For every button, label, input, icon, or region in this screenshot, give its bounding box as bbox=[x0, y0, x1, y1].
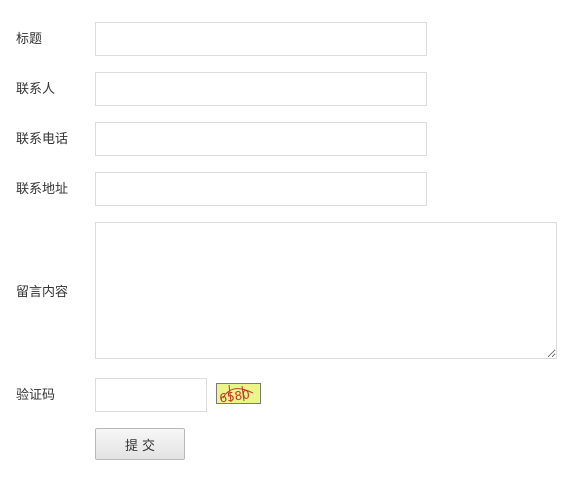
phone-input[interactable] bbox=[95, 122, 427, 156]
message-label: 留言内容 bbox=[16, 285, 69, 300]
contact-person-label: 联系人 bbox=[16, 82, 56, 97]
title-input[interactable] bbox=[95, 22, 427, 56]
captcha-label: 验证码 bbox=[16, 388, 56, 403]
captcha-input[interactable] bbox=[95, 378, 207, 412]
submit-button[interactable]: 提交 bbox=[95, 428, 185, 460]
title-label: 标题 bbox=[16, 32, 43, 47]
address-input[interactable] bbox=[95, 172, 427, 206]
captcha-image[interactable]: 6580 bbox=[216, 383, 261, 404]
contact-person-input[interactable] bbox=[95, 72, 427, 106]
address-label: 联系地址 bbox=[16, 182, 69, 197]
phone-label: 联系电话 bbox=[16, 132, 69, 147]
message-textarea[interactable] bbox=[95, 222, 557, 359]
captcha-text: 6580 bbox=[218, 387, 250, 403]
